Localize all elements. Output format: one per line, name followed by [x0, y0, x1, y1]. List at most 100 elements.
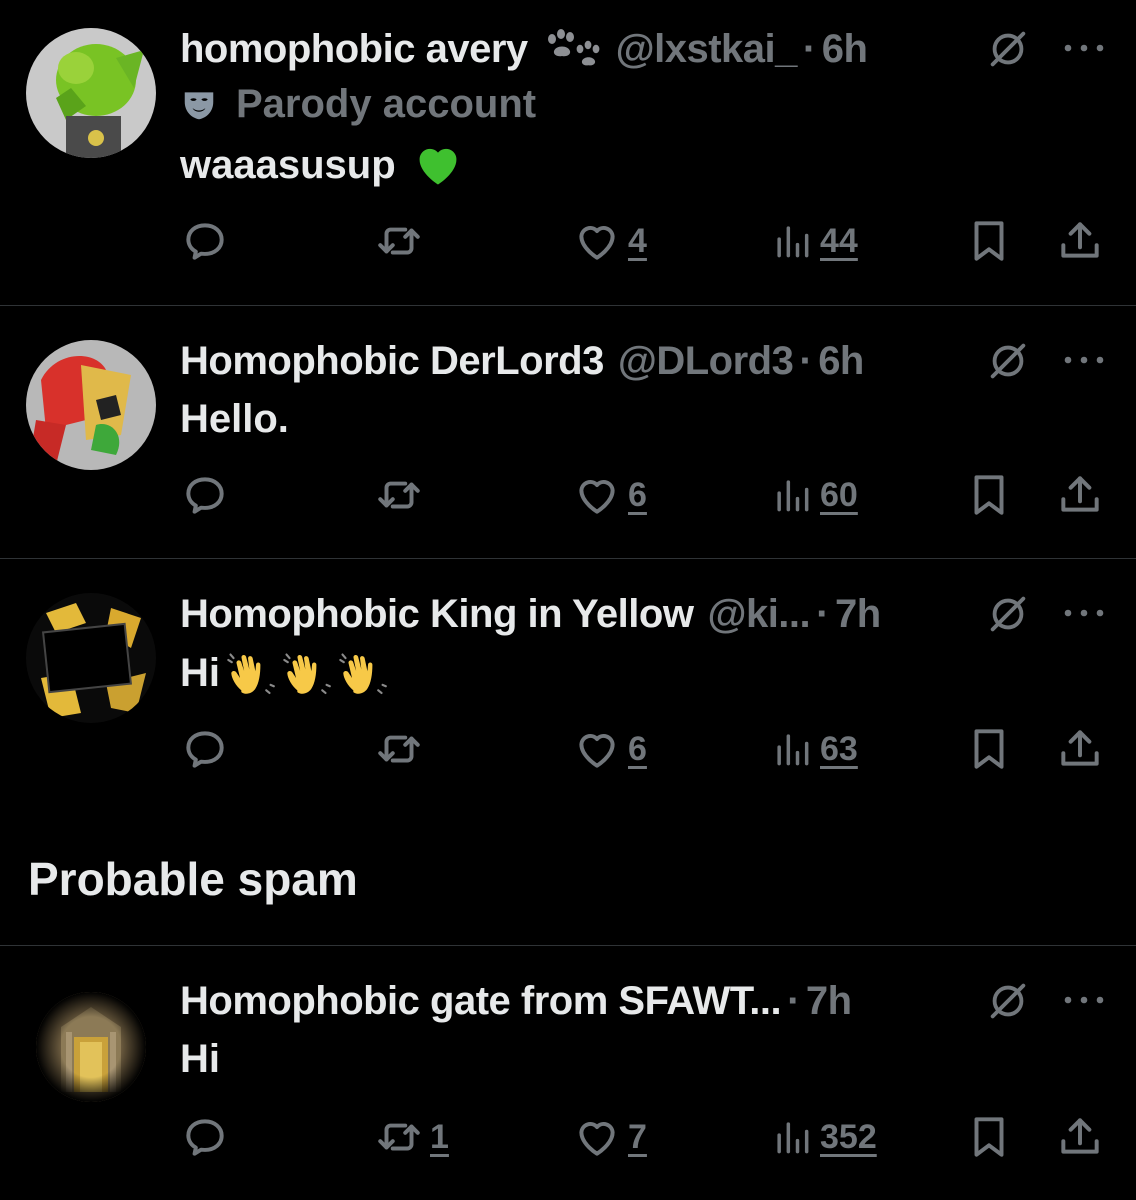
repost-button[interactable]: [374, 470, 430, 520]
tweet-header: Homophobic King in Yellow @ki... · 7h: [180, 589, 881, 639]
bookmark-button[interactable]: [964, 470, 1014, 520]
view-count[interactable]: 44: [820, 222, 858, 261]
more-icon[interactable]: [1062, 994, 1106, 1006]
share-button[interactable]: [1055, 1112, 1105, 1162]
repost-button[interactable]: [374, 724, 430, 774]
repost-button[interactable]: [374, 216, 430, 266]
tweet-header: Homophobic DerLord3 @DLord3 · 6h: [180, 336, 864, 386]
tweet-2[interactable]: Homophobic DerLord3 @DLord3 · 6h Hello. …: [0, 306, 1136, 558]
repost-icon: [374, 1112, 424, 1162]
paw-icon: [542, 29, 602, 69]
timestamp[interactable]: 6h: [818, 339, 864, 384]
like-button[interactable]: 6: [572, 470, 647, 520]
tweet-text: Hi: [180, 645, 388, 701]
grok-icon[interactable]: [985, 26, 1031, 72]
repost-icon: [374, 216, 424, 266]
avatar[interactable]: [26, 593, 156, 723]
share-button[interactable]: [1055, 216, 1105, 266]
views-icon: [770, 1112, 814, 1162]
reply-button[interactable]: [180, 216, 230, 266]
share-button[interactable]: [1055, 724, 1105, 774]
like-button[interactable]: 7: [572, 1112, 647, 1162]
tweet-header: homophobic avery @lxstkai_ · 6h: [180, 24, 868, 74]
waving-hand-icon: [336, 647, 388, 699]
bookmark-icon: [964, 1112, 1014, 1162]
like-icon: [572, 724, 622, 774]
tweet-text: Hello.: [180, 394, 289, 444]
action-bar: 1 7 352: [180, 1112, 1110, 1162]
like-count[interactable]: 6: [628, 476, 647, 515]
more-icon[interactable]: [1062, 42, 1106, 54]
grok-icon[interactable]: [985, 978, 1031, 1024]
bookmark-button[interactable]: [964, 724, 1014, 774]
reply-button[interactable]: [180, 1112, 230, 1162]
separator-dot: ·: [799, 338, 813, 383]
like-count[interactable]: 6: [628, 730, 647, 769]
handle[interactable]: @lxstkai_: [616, 27, 798, 72]
tweet-text: waaasusup: [180, 140, 464, 190]
bookmark-icon: [964, 724, 1014, 774]
views-button[interactable]: 352: [770, 1112, 877, 1162]
like-button[interactable]: 4: [572, 216, 647, 266]
bookmark-button[interactable]: [964, 216, 1014, 266]
tweet-3[interactable]: Homophobic King in Yellow @ki... · 7h Hi…: [0, 559, 1136, 809]
tweet-text-content: Hi: [180, 650, 220, 695]
green-heart-icon: [412, 139, 464, 191]
display-name[interactable]: Homophobic DerLord3: [180, 339, 604, 384]
timestamp[interactable]: 7h: [806, 979, 852, 1024]
waving-hand-icon: [280, 647, 332, 699]
views-button[interactable]: 63: [770, 724, 858, 774]
share-icon: [1055, 216, 1105, 266]
avatar[interactable]: [26, 28, 156, 158]
repost-icon: [374, 724, 424, 774]
handle[interactable]: @DLord3: [618, 339, 794, 384]
view-count[interactable]: 352: [820, 1118, 877, 1157]
views-icon: [770, 724, 814, 774]
reply-icon: [180, 470, 230, 520]
action-bar: 6 63: [180, 724, 1110, 774]
display-name[interactable]: homophobic avery: [180, 27, 528, 72]
bookmark-icon: [964, 216, 1014, 266]
share-icon: [1055, 470, 1105, 520]
timestamp[interactable]: 6h: [822, 27, 868, 72]
timestamp[interactable]: 7h: [835, 592, 881, 637]
share-icon: [1055, 1112, 1105, 1162]
share-button[interactable]: [1055, 470, 1105, 520]
views-icon: [770, 216, 814, 266]
separator-dot: ·: [802, 26, 816, 71]
views-button[interactable]: 44: [770, 216, 858, 266]
like-count[interactable]: 7: [628, 1118, 647, 1157]
tweet-4[interactable]: Homophobic gate from SFAWT... · 7h Hi 1 …: [0, 946, 1136, 1200]
avatar[interactable]: [26, 340, 156, 470]
like-button[interactable]: 6: [572, 724, 647, 774]
avatar[interactable]: [36, 992, 146, 1102]
parody-label: Parody account: [180, 82, 536, 127]
like-count[interactable]: 4: [628, 222, 647, 261]
reply-icon: [180, 724, 230, 774]
reply-button[interactable]: [180, 724, 230, 774]
view-count[interactable]: 63: [820, 730, 858, 769]
reply-button[interactable]: [180, 470, 230, 520]
like-icon: [572, 216, 622, 266]
views-icon: [770, 470, 814, 520]
grok-icon[interactable]: [985, 338, 1031, 384]
parody-mask-icon: [180, 86, 218, 124]
handle[interactable]: @ki...: [707, 592, 810, 637]
view-count[interactable]: 60: [820, 476, 858, 515]
repost-button[interactable]: 1: [374, 1112, 449, 1162]
grok-icon[interactable]: [985, 591, 1031, 637]
bookmark-button[interactable]: [964, 1112, 1014, 1162]
share-icon: [1055, 724, 1105, 774]
parody-text: Parody account: [236, 82, 537, 126]
display-name[interactable]: Homophobic King in Yellow: [180, 592, 694, 637]
action-bar: 4 44: [180, 216, 1110, 266]
more-icon[interactable]: [1062, 607, 1106, 619]
display-name[interactable]: Homophobic gate from SFAWT...: [180, 979, 782, 1024]
tweet-1[interactable]: homophobic avery @lxstkai_ · 6h Parody a…: [0, 0, 1136, 305]
bookmark-icon: [964, 470, 1014, 520]
like-icon: [572, 470, 622, 520]
reply-icon: [180, 216, 230, 266]
repost-count[interactable]: 1: [430, 1118, 449, 1157]
more-icon[interactable]: [1062, 354, 1106, 366]
views-button[interactable]: 60: [770, 470, 858, 520]
